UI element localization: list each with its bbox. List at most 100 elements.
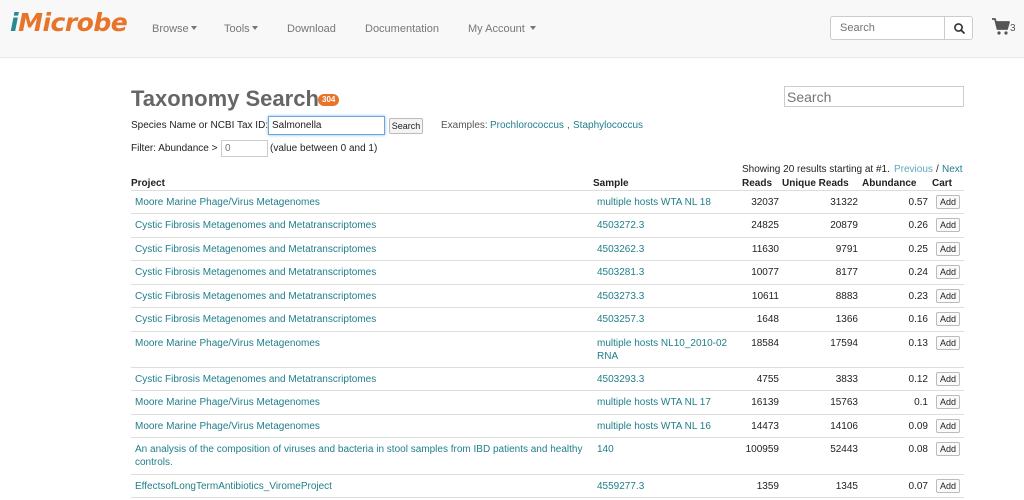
example-link-prochlorococcus[interactable]: Prochlorococcus	[490, 120, 564, 131]
unique-reads-value: 9791	[835, 244, 858, 255]
nav-download-label: Download	[287, 23, 336, 35]
abundance-value: 0.07	[908, 481, 928, 492]
project-link[interactable]: Cystic Fibrosis Metagenomes and Metatran…	[135, 219, 590, 232]
project-link[interactable]: Cystic Fibrosis Metagenomes and Metatran…	[135, 373, 590, 386]
abundance-input[interactable]	[221, 140, 268, 157]
abundance-hint: (value between 0 and 1)	[270, 143, 378, 154]
table-row: Moore Marine Phage/Virus Metagenomes mult…	[131, 415, 964, 438]
header-unique-reads[interactable]: Unique Reads	[782, 178, 849, 189]
project-link[interactable]: Moore Marine Phage/Virus Metagenomes	[135, 337, 590, 350]
add-to-cart-button[interactable]: Add	[936, 419, 960, 433]
add-to-cart-button[interactable]: Add	[936, 479, 960, 493]
add-to-cart-button[interactable]: Add	[936, 312, 960, 326]
species-input[interactable]	[268, 116, 385, 135]
header-reads[interactable]: Reads	[742, 178, 772, 189]
nav-tools[interactable]: Tools	[224, 23, 258, 35]
sample-link[interactable]: 4503293.3	[597, 373, 737, 386]
sample-link[interactable]: 4503272.3	[597, 219, 737, 232]
add-to-cart-button[interactable]: Add	[936, 218, 960, 232]
add-to-cart-button[interactable]: Add	[936, 195, 960, 209]
reads-value: 16139	[751, 397, 779, 408]
nav-tools-label: Tools	[224, 23, 250, 35]
project-link[interactable]: Cystic Fibrosis Metagenomes and Metatran…	[135, 313, 590, 326]
example-link-staphylococcus[interactable]: Staphylococcus	[573, 120, 643, 131]
project-link[interactable]: Cystic Fibrosis Metagenomes and Metatran…	[135, 243, 590, 256]
project-link[interactable]: Cystic Fibrosis Metagenomes and Metatran…	[135, 266, 590, 279]
header-abundance[interactable]: Abundance	[862, 178, 916, 189]
sample-link[interactable]: multiple hosts WTA NL 18	[597, 196, 737, 209]
sample-link[interactable]: 4559277.3	[597, 480, 737, 493]
sample-link[interactable]: multiple hosts WTA NL 16	[597, 420, 737, 433]
reads-value: 4755	[756, 374, 779, 385]
sample-link[interactable]: 4503273.3	[597, 290, 737, 303]
table-row: Cystic Fibrosis Metagenomes and Metatran…	[131, 368, 964, 391]
project-link[interactable]: Moore Marine Phage/Virus Metagenomes	[135, 396, 590, 409]
abundance-value: 0.57	[908, 197, 928, 208]
add-to-cart-button[interactable]: Add	[936, 265, 960, 279]
sample-link[interactable]: 4503257.3	[597, 313, 737, 326]
project-link[interactable]: Moore Marine Phage/Virus Metagenomes	[135, 420, 590, 433]
add-to-cart-button[interactable]: Add	[936, 336, 960, 350]
sample-link[interactable]: 140	[597, 443, 737, 456]
add-to-cart-button[interactable]: Add	[936, 442, 960, 456]
table-row: Moore Marine Phage/Virus Metagenomes mult…	[131, 391, 964, 415]
reads-value: 10611	[751, 291, 779, 302]
pagination-separator: /	[936, 164, 939, 175]
sample-link[interactable]: multiple hosts WTA NL 17	[597, 396, 737, 409]
add-to-cart-button[interactable]: Add	[936, 289, 960, 303]
table-row: EffectsofLongTermAntibiotics_ViromeProje…	[131, 475, 964, 498]
nav-documentation[interactable]: Documentation	[365, 23, 439, 35]
project-link[interactable]: An analysis of the composition of viruse…	[135, 443, 590, 469]
results-summary: Showing 20 results starting at #1.	[742, 164, 890, 175]
table-row: Cystic Fibrosis Metagenomes and Metatran…	[131, 285, 964, 308]
table-row: Cystic Fibrosis Metagenomes and Metatran…	[131, 261, 964, 285]
header-sample[interactable]: Sample	[593, 178, 629, 189]
sample-link[interactable]: 4503281.3	[597, 266, 737, 279]
species-label: Species Name or NCBI Tax ID:	[131, 120, 269, 131]
brand-logo[interactable]: iMicrobe	[10, 8, 128, 37]
nav-search-button[interactable]	[944, 16, 973, 40]
project-link[interactable]: EffectsofLongTermAntibiotics_ViromeProje…	[135, 480, 590, 493]
previous-link[interactable]: Previous	[894, 164, 933, 175]
brand-logo-text: Microbe	[18, 8, 128, 37]
sample-link[interactable]: 4503262.3	[597, 243, 737, 256]
nav-my-account-label: My Account	[468, 23, 525, 35]
abundance-value: 0.16	[908, 314, 928, 325]
reads-value: 32037	[751, 197, 779, 208]
unique-reads-value: 1345	[835, 481, 858, 492]
nav-download[interactable]: Download	[287, 23, 336, 35]
project-link[interactable]: Cystic Fibrosis Metagenomes and Metatran…	[135, 290, 590, 303]
nav-documentation-label: Documentation	[365, 23, 439, 35]
navbar: iMicrobe Browse Tools Download Documenta…	[0, 0, 1024, 58]
reads-value: 11630	[751, 244, 779, 255]
header-project[interactable]: Project	[131, 178, 165, 189]
abundance-value: 0.26	[908, 220, 928, 231]
table-row: An analysis of the composition of viruse…	[131, 438, 964, 475]
caret-down-icon	[529, 26, 536, 30]
page-title: Taxonomy Search	[131, 86, 319, 111]
reads-value: 24825	[751, 220, 779, 231]
unique-reads-value: 1366	[835, 314, 858, 325]
reads-value: 1359	[756, 481, 779, 492]
cart-count: 3	[1010, 23, 1016, 34]
add-to-cart-button[interactable]: Add	[936, 372, 960, 386]
abundance-label: Filter: Abundance >	[131, 143, 218, 154]
page-search-input[interactable]	[784, 86, 964, 107]
nav-my-account[interactable]: My Account	[468, 23, 536, 35]
species-search-button[interactable]: Search	[389, 118, 423, 134]
unique-reads-value: 31322	[830, 197, 858, 208]
nav-browse[interactable]: Browse	[152, 23, 197, 35]
table-row: Moore Marine Phage/Virus Metagenomes mult…	[131, 332, 964, 368]
reads-value: 18584	[751, 338, 779, 349]
nav-search-input[interactable]	[830, 16, 945, 40]
examples-separator: ,	[567, 120, 570, 131]
unique-reads-value: 8883	[835, 291, 858, 302]
add-to-cart-button[interactable]: Add	[936, 395, 960, 409]
reads-value: 10077	[751, 267, 779, 278]
table-row: Cystic Fibrosis Metagenomes and Metatran…	[131, 214, 964, 238]
project-link[interactable]: Moore Marine Phage/Virus Metagenomes	[135, 196, 590, 209]
unique-reads-value: 14106	[830, 421, 858, 432]
add-to-cart-button[interactable]: Add	[936, 242, 960, 256]
sample-link[interactable]: multiple hosts NL10_2010-02 RNA	[597, 337, 737, 363]
next-link[interactable]: Next	[942, 164, 963, 175]
